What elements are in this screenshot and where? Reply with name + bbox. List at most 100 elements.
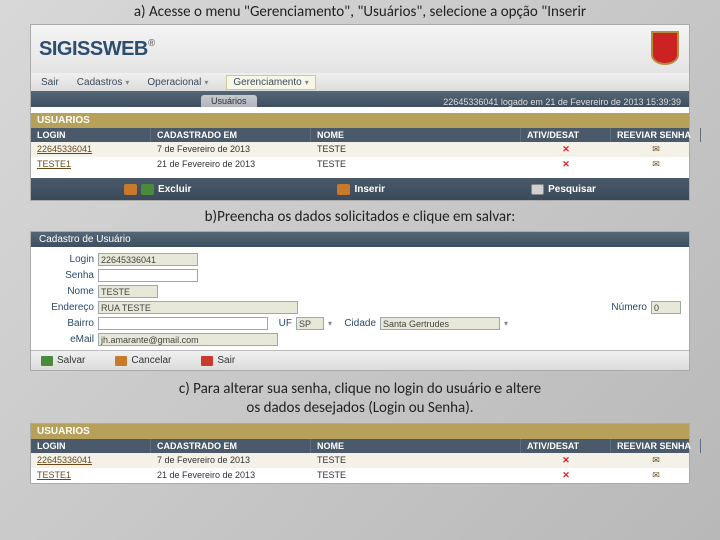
excluir-button[interactable]: Excluir [124,184,191,195]
input-nome[interactable]: TESTE [98,285,158,298]
input-bairro[interactable] [98,317,268,330]
section-title-usuarios-a: USUARIOS [31,113,689,128]
login-link[interactable]: TESTE1 [37,159,71,169]
form-title: Cadastro de Usuário [31,232,689,247]
input-numero[interactable]: 0 [651,301,681,314]
caption-b: b)Preencha os dados solicitados e clique… [0,205,720,229]
inserir-button[interactable]: Inserir [337,184,385,195]
caption-c: c) Para alterar sua senha, clique no log… [0,377,720,421]
pesquisar-button[interactable]: Pesquisar [531,184,596,195]
cell-nome: TESTE [311,142,521,157]
screenshot-a: SIGISSWEB® Sair Cadastros▾ Operacional▾ … [30,24,690,201]
chevron-down-icon: ▾ [125,78,129,87]
excluir-label: Excluir [158,184,191,195]
cancelar-label: Cancelar [131,355,171,366]
label-cidade: Cidade [336,318,376,329]
col-nome: NOME [311,439,521,453]
menu-operacional-label: Operacional [147,77,201,88]
login-link[interactable]: 22645336041 [37,455,92,465]
salvar-label: Salvar [57,355,85,366]
cell-nome: TESTE [311,453,521,468]
tab-usuarios[interactable]: Usuários [201,95,257,107]
status-logged-in: 22645336041 logado em 21 de Fevereiro de… [443,97,689,107]
label-bairro: Bairro [39,318,94,329]
cell-cad: 21 de Fevereiro de 2013 [151,468,311,483]
app-header: SIGISSWEB® [31,25,689,73]
menu-gerenciamento[interactable]: Gerenciamento ▾ [226,75,315,90]
form-actions: Salvar Cancelar Sair [31,350,689,370]
resend-mail-icon[interactable]: ✉ [611,157,701,172]
caption-a: a) Acesse o menu "Gerenciamento", "Usuár… [0,0,720,24]
section-title-usuarios-c: USUARIOS [31,424,689,439]
col-login: LOGIN [31,439,151,453]
col-login: LOGIN [31,128,151,142]
menu-gerenciamento-label: Gerenciamento [233,77,301,88]
input-login[interactable]: 22645336041 [98,253,198,266]
login-link[interactable]: 22645336041 [37,144,92,154]
login-link[interactable]: TESTE1 [37,470,71,480]
search-icon [531,184,544,195]
label-endereco: Endereço [39,302,94,313]
cell-nome: TESTE [311,157,521,172]
menu-operacional[interactable]: Operacional▾ [147,77,208,88]
main-menu: Sair Cadastros▾ Operacional▾ Gerenciamen… [31,73,689,91]
col-ativ: ATIV/DESAT [521,439,611,453]
screenshot-c: USUARIOS LOGIN CADASTRADO EM NOME ATIV/D… [30,423,690,484]
col-ativ: ATIV/DESAT [521,128,611,142]
menu-cadastros-label: Cadastros [77,77,123,88]
label-email: eMail [39,334,94,345]
app-logo: SIGISSWEB® [39,38,155,61]
cancelar-button[interactable]: Cancelar [115,355,171,366]
user-form: Login 22645336041 Senha Nome TESTE Ender… [31,247,689,350]
delete-icon [124,184,137,195]
insert-icon [337,184,350,195]
table-row: 22645336041 7 de Fevereiro de 2013 TESTE… [31,142,689,157]
label-login: Login [39,254,94,265]
pesquisar-label: Pesquisar [548,184,596,195]
sair-label: Sair [217,355,235,366]
input-email[interactable]: jh.amarante@gmail.com [98,333,278,346]
label-nome: Nome [39,286,94,297]
logo-mark: ® [148,38,155,49]
cell-cad: 21 de Fevereiro de 2013 [151,157,311,172]
col-nome: NOME [311,128,521,142]
input-endereco[interactable]: RUA TESTE [98,301,298,314]
caption-c-line2: os dados desejados (Login ou Senha). [246,399,473,417]
cell-cad: 7 de Fevereiro de 2013 [151,453,311,468]
delete-icon-2 [141,184,154,195]
exit-icon [201,356,213,366]
save-icon [41,356,53,366]
menu-sair[interactable]: Sair [41,77,59,88]
resend-mail-icon[interactable]: ✉ [611,142,701,157]
deactivate-icon[interactable]: ✕ [521,157,611,172]
table-row: TESTE1 21 de Fevereiro de 2013 TESTE ✕ ✉ [31,468,689,483]
label-uf: UF [272,318,292,329]
col-reenv: REEVIAR SENHA [611,439,701,453]
table-header-a: LOGIN CADASTRADO EM NOME ATIV/DESAT REEV… [31,128,689,142]
resend-mail-icon[interactable]: ✉ [611,468,701,483]
chevron-down-icon: ▾ [204,78,208,87]
table-row: TESTE1 21 de Fevereiro de 2013 TESTE ✕ ✉ [31,157,689,172]
action-bar-a: Excluir Inserir Pesquisar [31,178,689,200]
select-cidade[interactable]: Santa Gertrudes [380,317,500,330]
cell-cad: 7 de Fevereiro de 2013 [151,142,311,157]
deactivate-icon[interactable]: ✕ [521,453,611,468]
sair-button[interactable]: Sair [201,355,235,366]
tab-bar: Usuários 22645336041 logado em 21 de Fev… [31,91,689,107]
table-header-c: LOGIN CADASTRADO EM NOME ATIV/DESAT REEV… [31,439,689,453]
deactivate-icon[interactable]: ✕ [521,468,611,483]
col-cad: CADASTRADO EM [151,439,311,453]
screenshot-b: Cadastro de Usuário Login 22645336041 Se… [30,231,690,371]
cancel-icon [115,356,127,366]
label-senha: Senha [39,270,94,281]
input-senha[interactable] [98,269,198,282]
resend-mail-icon[interactable]: ✉ [611,453,701,468]
caption-c-line1: c) Para alterar sua senha, clique no log… [179,380,541,398]
label-numero: Número [597,302,647,313]
menu-cadastros[interactable]: Cadastros▾ [77,77,130,88]
chevron-down-icon: ▾ [305,78,309,87]
deactivate-icon[interactable]: ✕ [521,142,611,157]
select-uf[interactable]: SP [296,317,324,330]
crest-icon [651,31,679,65]
salvar-button[interactable]: Salvar [41,355,85,366]
